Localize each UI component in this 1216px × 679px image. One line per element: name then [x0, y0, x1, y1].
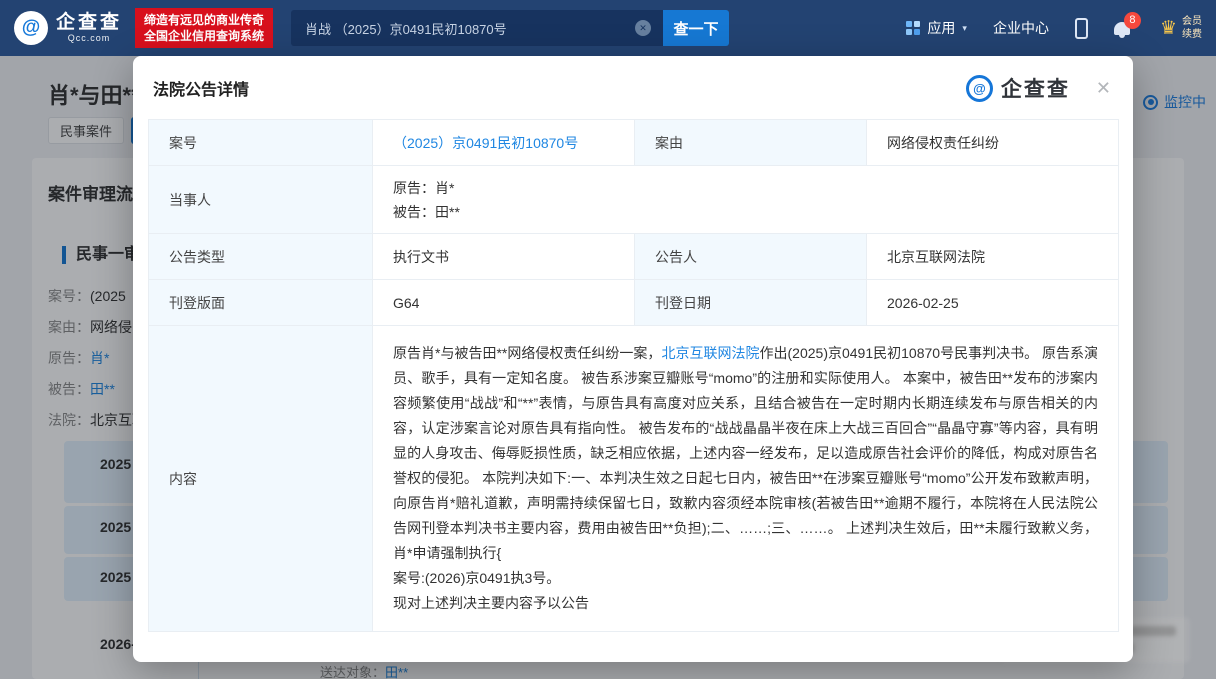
close-icon[interactable]: ✕ [1096, 79, 1111, 97]
search-input[interactable] [291, 10, 663, 46]
announcer-label: 公告人 [635, 234, 867, 280]
modal-title: 法院公告详情 [153, 76, 249, 100]
court-link[interactable]: 北京互联网法院 [661, 345, 759, 361]
slogan-banner: 缔造有远见的商业传奇 全国企业信用查询系统 [135, 8, 273, 48]
vip-line-1: 会员 [1182, 15, 1202, 28]
cause-label: 案由 [635, 120, 867, 166]
vip-renew-button[interactable]: ♛ 会员 续费 [1160, 15, 1202, 41]
qcc-logo-domain: Qcc.com [56, 33, 122, 43]
qcc-logo-text: 企查查 Qcc.com [56, 13, 122, 43]
content-cell: 原告肖*与被告田**网络侵权责任纠纷一案，北京互联网法院作出(2025)京049… [373, 326, 1119, 632]
table-row: 案号 （2025）京0491民初10870号 案由 网络侵权责任纠纷 [149, 120, 1119, 166]
top-nav: @ 企查查 Qcc.com 缔造有远见的商业传奇 全国企业信用查询系统 ✕ 查一… [0, 0, 1216, 56]
search-button[interactable]: 查一下 [663, 10, 729, 46]
case-no-label: 案号 [149, 120, 373, 166]
content-text: 原告肖*与被告田**网络侵权责任纠纷一案， [393, 345, 661, 361]
nav-right-group: 应用 ▾ 企业中心 8 ♛ 会员 续费 [906, 15, 1202, 41]
table-row: 内容 原告肖*与被告田**网络侵权责任纠纷一案，北京互联网法院作出(2025)京… [149, 326, 1119, 632]
notification-badge: 8 [1124, 12, 1141, 29]
qcc-logo[interactable]: @ 企查查 Qcc.com [14, 11, 122, 45]
mobile-app-icon[interactable] [1075, 18, 1088, 39]
announcement-type-label: 公告类型 [149, 234, 373, 280]
search-bar: ✕ 查一下 [291, 10, 729, 46]
clear-search-icon[interactable]: ✕ [635, 20, 651, 36]
court-announcement-modal: 法院公告详情 @ 企查查 ✕ 案号 （2025）京0491民初10870号 案由… [133, 56, 1133, 662]
table-row: 当事人 原告：肖* 被告：田** [149, 166, 1119, 234]
chevron-down-icon: ▾ [962, 23, 967, 34]
slogan-line-2: 全国企业信用查询系统 [144, 28, 264, 44]
vip-line-2: 续费 [1182, 28, 1202, 41]
table-row: 刊登版面 G64 刊登日期 2026-02-25 [149, 280, 1119, 326]
apps-menu-label: 应用 [927, 18, 955, 38]
parties-defendant: 被告：田** [393, 200, 1098, 224]
announcement-detail-table: 案号 （2025）京0491民初10870号 案由 网络侵权责任纠纷 当事人 原… [148, 119, 1119, 632]
cause-value: 网络侵权责任纠纷 [867, 120, 1119, 166]
content-exec-case-no: 案号:(2026)京0491执3号。 [393, 566, 1098, 591]
table-row: 公告类型 执行文书 公告人 北京互联网法院 [149, 234, 1119, 280]
qcc-logo-glyph: @ [22, 17, 41, 39]
qcc-logo-name: 企查查 [56, 13, 122, 33]
parties-plaintiff: 原告：肖* [393, 176, 1098, 200]
content-label: 内容 [149, 326, 373, 632]
publish-page-value: G64 [373, 280, 635, 326]
content-closing-line: 现对上述判决主要内容予以公告 [393, 591, 1098, 616]
qcc-logo-icon: @ [14, 11, 48, 45]
enterprise-center-link[interactable]: 企业中心 [993, 18, 1049, 38]
publish-date-label: 刊登日期 [635, 280, 867, 326]
announcer-value: 北京互联网法院 [867, 234, 1119, 280]
modal-header: 法院公告详情 @ 企查查 ✕ [133, 56, 1133, 113]
case-no-link[interactable]: （2025）京0491民初10870号 [393, 135, 578, 151]
notifications-bell[interactable]: 8 [1114, 22, 1130, 35]
apps-grid-icon [906, 21, 920, 35]
parties-cell: 原告：肖* 被告：田** [373, 166, 1119, 234]
vip-renew-label: 会员 续费 [1182, 15, 1202, 41]
qcc-brand-name: 企查查 [1001, 73, 1070, 103]
qcc-brand-icon: @ [966, 75, 993, 102]
slogan-line-1: 缔造有远见的商业传奇 [144, 12, 264, 28]
publish-page-label: 刊登版面 [149, 280, 373, 326]
case-no-cell: （2025）京0491民初10870号 [373, 120, 635, 166]
parties-label: 当事人 [149, 166, 373, 234]
qcc-brand: @ 企查查 [966, 73, 1070, 103]
apps-menu[interactable]: 应用 ▾ [906, 18, 967, 38]
app-window: @ 企查查 Qcc.com 缔造有远见的商业传奇 全国企业信用查询系统 ✕ 查一… [0, 0, 1216, 679]
announcement-type-value: 执行文书 [373, 234, 635, 280]
crown-icon: ♛ [1160, 19, 1177, 38]
publish-date-value: 2026-02-25 [867, 280, 1119, 326]
content-text: 作出(2025)京0491民初10870号民事判决书。 原告系演员、歌手，具有一… [393, 345, 1098, 561]
